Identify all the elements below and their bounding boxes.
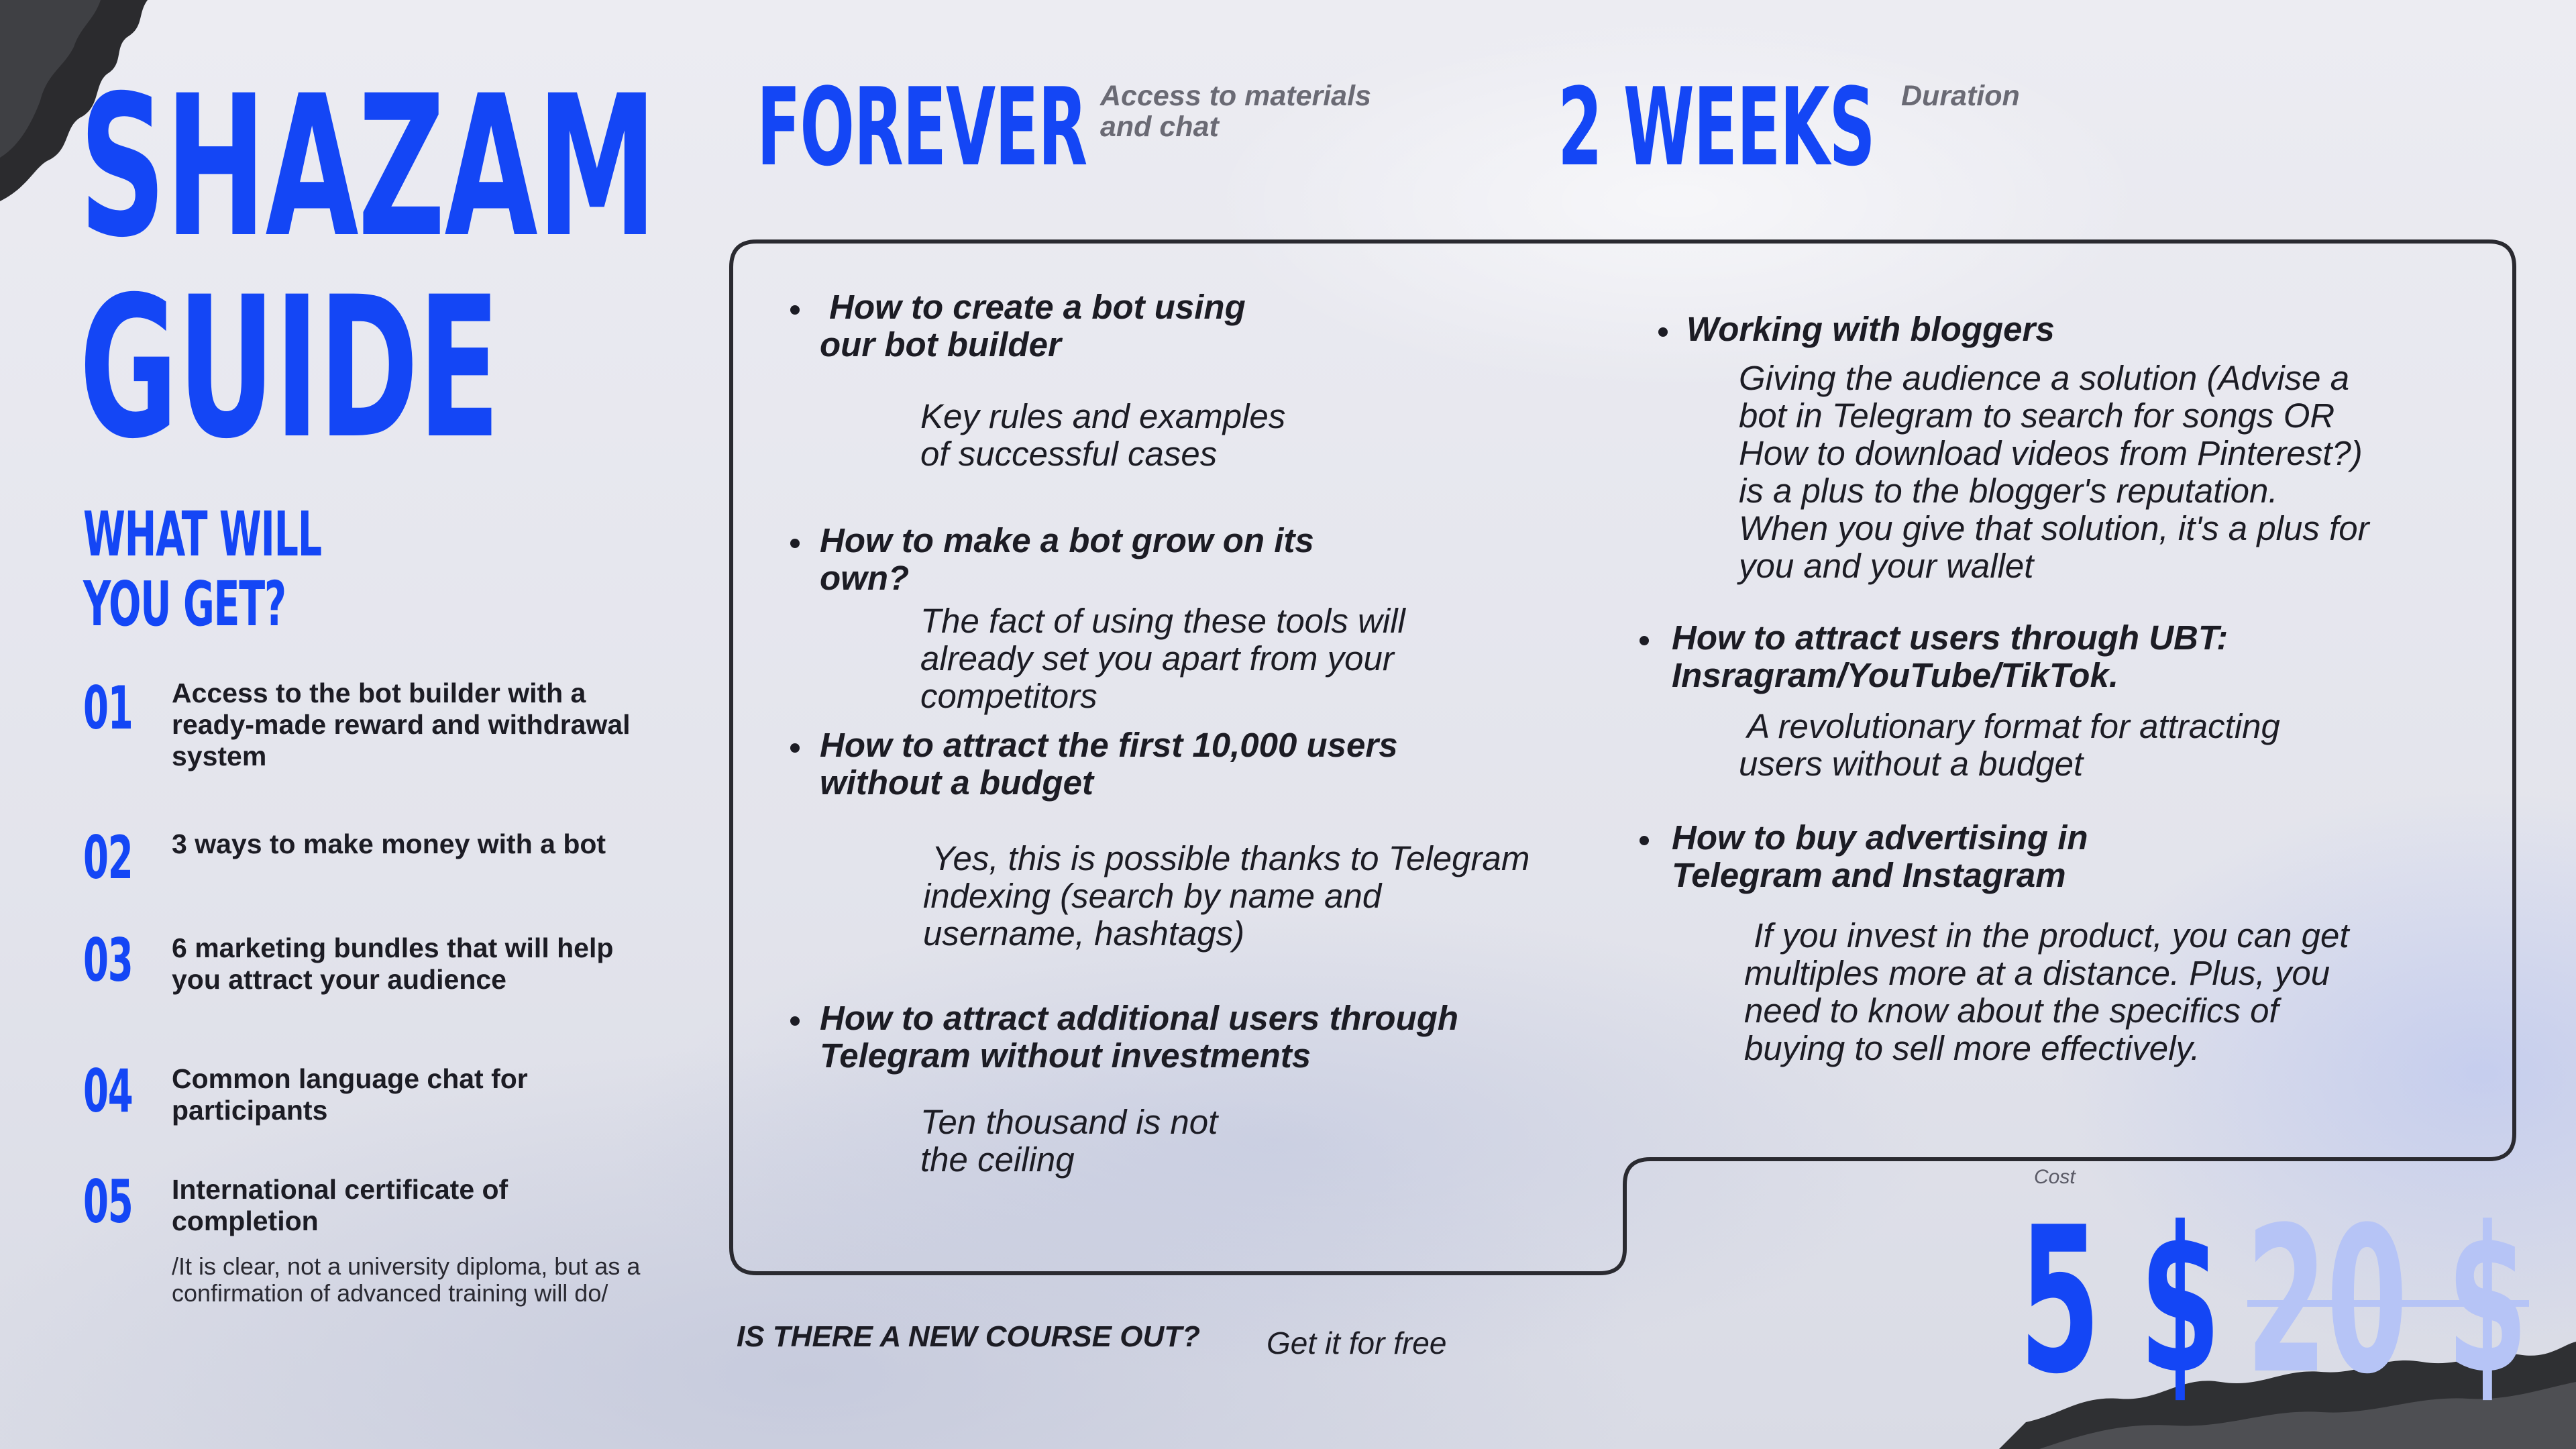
benefit-number: 05 — [83, 1167, 133, 1236]
topic-title-line: How to make a bot grow on its — [820, 521, 1314, 559]
benefit-number: 04 — [83, 1057, 133, 1126]
topic-title-line: How to attract additional users through — [820, 999, 1459, 1037]
topic-title: How to attract the first 10,000 users wi… — [820, 727, 1398, 802]
topic-description-line: competitors — [920, 677, 1097, 715]
topic-title-line: How to buy advertising in — [1672, 818, 2088, 857]
price-strikethrough — [2247, 1300, 2529, 1307]
page-title-line-1: SHAZAM — [79, 54, 657, 280]
benefit-number: 01 — [83, 674, 133, 743]
topic-title-line: without a budget — [820, 763, 1093, 802]
topic-description-line: the ceiling — [920, 1140, 1075, 1179]
topic-description-line: Giving the audience a solution (Advise a — [1739, 359, 2350, 397]
get-it-free-link[interactable]: Get it for free — [1267, 1325, 1446, 1361]
topic-description-line: is a plus to the blogger's reputation. — [1739, 472, 2278, 510]
topic-description-line: you and your wallet — [1739, 547, 2034, 585]
topic-description-line: Key rules and examples — [920, 397, 1286, 435]
benefit-number: 03 — [83, 926, 133, 995]
access-label-line-1: Access to materials — [1100, 80, 1371, 112]
access-duration-value: FOREVER — [757, 64, 1087, 190]
topic-description: Yes, this is possible thanks to Telegram… — [923, 840, 1529, 953]
benefit-text: International certificate of completion — [172, 1174, 508, 1236]
topic-description-line: When you give that solution, it's a plus… — [1739, 509, 2369, 547]
benefit-text: Access to the bot builder with a ready-m… — [172, 678, 631, 771]
bullet-point — [790, 305, 800, 315]
what-you-get-heading: WHAT WILL YOU GET? — [83, 498, 322, 640]
page-title-line-2: GUIDE — [79, 256, 500, 482]
topic-description: Key rules and examples of successful cas… — [920, 398, 1285, 473]
bullet-point — [790, 743, 800, 753]
bullet-point — [1640, 836, 1649, 845]
benefit-text: 3 ways to make money with a bot — [172, 828, 606, 859]
benefit-number: 02 — [83, 823, 133, 892]
benefit-text: 6 marketing bundles that will help you a… — [172, 932, 614, 995]
topic-description-line: Ten thousand is not — [920, 1103, 1218, 1141]
topic-title-line: Insragram/YouTube/TikTok. — [1672, 656, 2118, 694]
topic-title-line: How to attract users through UBT: — [1672, 619, 2229, 657]
topic-description-line: A revolutionary format for attracting — [1739, 707, 2280, 745]
topic-description-line: buying to sell more effectively. — [1744, 1029, 2200, 1067]
bullet-point — [790, 1016, 800, 1026]
topic-title-line: How to attract the first 10,000 users — [820, 726, 1398, 764]
topic-description-line: How to download videos from Pinterest?) — [1739, 434, 2363, 472]
topic-description-line: Yes, this is possible thanks to Telegram — [923, 839, 1530, 877]
course-duration-value: 2 WEEKS — [1558, 64, 1876, 190]
topic-description-line: already set you apart from your — [920, 639, 1394, 678]
topic-title-line: How to create a bot using — [820, 288, 1246, 326]
duration-label: Duration — [1901, 80, 2020, 112]
topic-description-line: indexing (search by name and — [923, 877, 1382, 915]
topic-title: How to buy advertising in Telegram and I… — [1672, 819, 2088, 894]
certificate-note: /It is clear, not a university diploma, … — [172, 1252, 641, 1307]
topic-description-line: multiples more at a distance. Plus, you — [1744, 954, 2330, 992]
topic-title: How to make a bot grow on its own? — [820, 522, 1314, 597]
topic-title: How to attract users through UBT: Insrag… — [1672, 619, 2228, 694]
topic-description: A revolutionary format for attracting us… — [1739, 708, 2280, 783]
what-you-get-line-2: YOU GET? — [83, 568, 286, 640]
topic-description: Ten thousand is not the ceiling — [920, 1104, 1218, 1179]
bullet-point — [1658, 327, 1668, 337]
topic-title-line: Telegram without investments — [820, 1036, 1311, 1075]
topic-description-line: If you invest in the product, you can ge… — [1744, 916, 2349, 955]
benefit-text: Common language chat for participants — [172, 1063, 528, 1126]
access-label-line-2: and chat — [1100, 111, 1219, 143]
bullet-point — [1640, 636, 1649, 645]
topic-title-line: own? — [820, 559, 910, 597]
new-course-question: IS THERE A NEW COURSE OUT? — [737, 1320, 1200, 1353]
topic-description-line: users without a budget — [1739, 745, 2084, 783]
topic-title-line: Telegram and Instagram — [1672, 856, 2066, 894]
access-label: Access to materials and chat — [1100, 80, 1371, 142]
what-you-get-line-1: WHAT WILL — [83, 498, 322, 570]
topic-description-line: of successful cases — [920, 435, 1218, 473]
topic-title: How to attract additional users through … — [820, 1000, 1458, 1075]
topic-title: How to create a bot using our bot builde… — [820, 288, 1246, 364]
topic-description-line: The fact of using these tools will — [920, 602, 1405, 640]
bullet-point — [790, 539, 800, 548]
current-price: 5 $ — [2019, 1184, 2220, 1418]
topic-description: The fact of using these tools will alrea… — [920, 602, 1405, 715]
topic-description-line: username, hashtags) — [923, 914, 1245, 953]
topic-description-line: need to know about the specifics of — [1744, 991, 2279, 1030]
topic-description: If you invest in the product, you can ge… — [1744, 917, 2349, 1067]
topic-description: Giving the audience a solution (Advise a… — [1739, 360, 2369, 585]
topic-title: Working with bloggers — [1686, 310, 2055, 348]
topic-description-line: bot in Telegram to search for songs OR — [1739, 396, 2335, 435]
topic-title-line: our bot builder — [820, 325, 1061, 364]
